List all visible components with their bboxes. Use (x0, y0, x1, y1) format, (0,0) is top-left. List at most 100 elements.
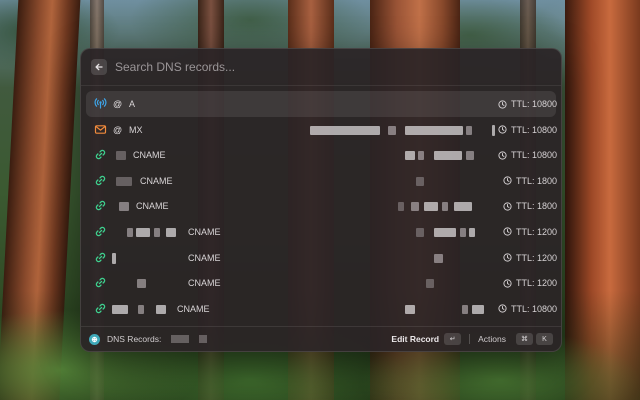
clock-icon (498, 99, 507, 109)
redacted-value (462, 304, 468, 314)
link-icon (94, 251, 107, 264)
actions-button[interactable]: Actions (478, 334, 506, 344)
edit-record-button[interactable]: Edit Record (391, 334, 439, 344)
record-type: A (129, 99, 136, 109)
clock-icon (503, 176, 512, 185)
redacted-value (405, 304, 415, 314)
list-item[interactable]: @ MX TTL: 10800 (86, 117, 557, 143)
record-ttl: TTL: 10800 (498, 304, 557, 314)
redacted-value (426, 279, 434, 289)
k-key-hint: K (536, 333, 553, 345)
record-type: CNAME (188, 252, 221, 263)
search-bar (81, 49, 561, 86)
clock-icon (498, 304, 507, 313)
record-type: CNAME (136, 201, 169, 212)
redacted-value (112, 252, 116, 264)
redacted-value (166, 227, 176, 237)
redacted-value (154, 227, 160, 237)
record-ttl: TTL: 1200 (503, 227, 557, 237)
redacted-value (137, 279, 146, 289)
ttl-value: TTL: 10800 (511, 99, 558, 109)
link-icon (94, 199, 107, 212)
redacted-value (138, 304, 144, 314)
search-input[interactable] (115, 55, 561, 79)
redacted-value (310, 125, 380, 135)
redacted-value (416, 227, 424, 237)
ttl-value: TTL: 1200 (516, 252, 558, 263)
redacted-value (466, 151, 474, 161)
record-type: MX (129, 124, 143, 135)
record-host: @ (113, 124, 123, 135)
ttl-value: TTL: 10800 (511, 150, 558, 161)
list-item[interactable]: CNAME TTL: 1800 (86, 168, 558, 194)
list-item[interactable]: CNAME TTL: 1200 (86, 245, 557, 271)
clock-icon (498, 151, 507, 160)
clock-icon (503, 253, 512, 262)
redacted-value (171, 335, 190, 343)
redacted-value (405, 125, 463, 135)
redacted-value (418, 151, 424, 161)
record-ttl: TTL: 10800 (498, 99, 557, 109)
redacted-value (119, 202, 129, 212)
record-type: CNAME (177, 303, 210, 314)
link-icon (94, 276, 107, 289)
redacted-value (411, 202, 419, 212)
link-icon (94, 174, 107, 187)
record-type: CNAME (188, 278, 221, 289)
records-list: @ A TTL: 10800 @ MX TTL: 10800 CNAME TTL… (81, 86, 561, 321)
record-type: CNAME (140, 175, 173, 186)
back-button[interactable] (91, 59, 107, 75)
ttl-value: TTL: 1800 (516, 201, 558, 212)
redacted-value (116, 151, 126, 161)
list-item[interactable]: @ A TTL: 10800 (86, 91, 557, 117)
redacted-value (466, 125, 472, 135)
ttl-value: TTL: 1200 (516, 226, 558, 237)
ttl-value: TTL: 1800 (516, 175, 558, 186)
redacted-value (388, 125, 396, 135)
redacted-value (199, 335, 208, 343)
list-item[interactable]: CNAME TTL: 1200 (86, 219, 557, 245)
redacted-value (434, 253, 443, 263)
redacted-value (492, 124, 495, 136)
link-icon (94, 302, 107, 315)
record-ttl: TTL: 10800 (498, 125, 557, 135)
list-item[interactable]: CNAME TTL: 1200 (86, 270, 557, 296)
command-key-hint: ⌘ (516, 333, 533, 345)
record-type: CNAME (133, 150, 166, 161)
redacted-value (454, 202, 472, 212)
redacted-value (442, 202, 448, 212)
ttl-value: TTL: 10800 (511, 124, 558, 135)
redacted-value (398, 202, 404, 212)
list-item[interactable]: CNAME TTL: 1800 (86, 193, 558, 219)
redacted-value (405, 151, 415, 161)
redacted-value (434, 227, 456, 237)
redacted-value (434, 151, 462, 161)
redacted-value (116, 176, 132, 186)
record-type: CNAME (188, 226, 221, 237)
action-bar: DNS Records: Edit Record ↵ Actions ⌘ K (81, 326, 561, 351)
dns-records-window: @ A TTL: 10800 @ MX (80, 48, 562, 352)
ttl-value: TTL: 1200 (516, 278, 558, 289)
clock-icon (503, 227, 512, 237)
ttl-value: TTL: 10800 (511, 303, 558, 314)
redacted-value (416, 176, 424, 186)
footer-divider (469, 334, 471, 344)
redacted-value (472, 304, 484, 314)
redacted-value (112, 304, 128, 314)
redacted-value (127, 227, 133, 237)
arrow-left-icon (95, 63, 103, 71)
record-ttl: TTL: 10800 (498, 150, 557, 160)
clock-icon (498, 125, 507, 134)
link-icon (94, 225, 107, 238)
link-icon (94, 148, 107, 161)
redacted-value (424, 202, 438, 212)
record-ttl: TTL: 1200 (503, 253, 557, 263)
enter-key-hint: ↵ (444, 333, 462, 345)
broadcast-icon (94, 97, 107, 110)
record-ttl: TTL: 1200 (503, 278, 557, 288)
list-item[interactable]: CNAME TTL: 10800 (86, 142, 557, 168)
list-item[interactable]: CNAME TTL: 10800 (86, 296, 557, 322)
clock-icon (503, 202, 512, 211)
clock-icon (503, 279, 512, 288)
footer-title: DNS Records: (107, 334, 162, 344)
